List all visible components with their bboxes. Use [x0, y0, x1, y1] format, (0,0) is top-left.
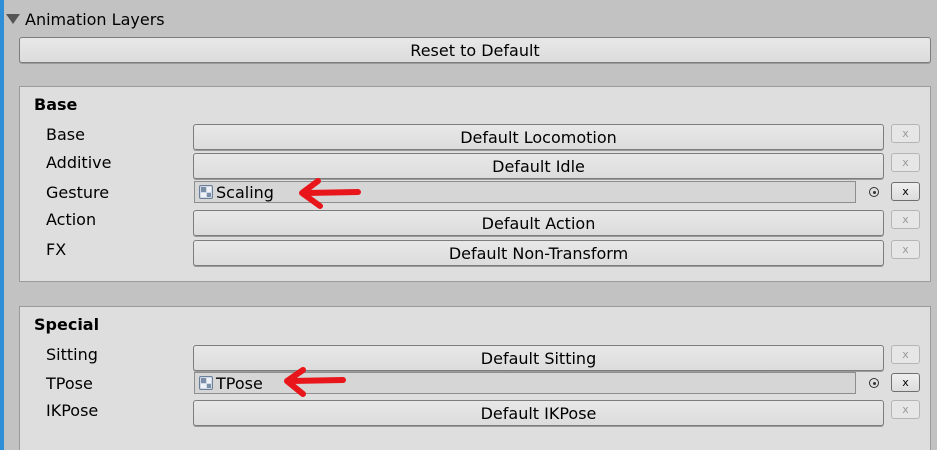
special-layers-panel: Special Sitting Default Sitting x TPose … — [19, 306, 931, 450]
clear-fx-button[interactable]: x — [891, 240, 920, 259]
ikpose-layer-button[interactable]: Default IKPose — [193, 400, 884, 426]
tpose-controller-value: TPose — [216, 373, 263, 393]
tpose-controller-field[interactable]: TPose — [194, 372, 856, 394]
row-label-ikpose: IKPose — [46, 401, 99, 420]
animation-layers-foldout[interactable]: Animation Layers — [4, 8, 165, 30]
row-label-gesture: Gesture — [46, 183, 110, 202]
clear-action-button[interactable]: x — [891, 210, 920, 229]
gesture-controller-field[interactable]: Scaling — [194, 181, 856, 203]
additive-layer-button[interactable]: Default Idle — [193, 153, 884, 179]
panel-title-base: Base — [34, 95, 78, 114]
clear-gesture-button[interactable]: x — [891, 182, 920, 201]
triangle-down-icon[interactable] — [6, 14, 20, 24]
row-label-sitting: Sitting — [46, 345, 98, 364]
base-layers-panel: Base Base Default Locomotion x Additive … — [19, 86, 931, 282]
clear-tpose-button[interactable]: x — [891, 373, 920, 392]
reset-to-default-button[interactable]: Reset to Default — [19, 37, 931, 63]
clear-base-button[interactable]: x — [891, 124, 920, 143]
foldout-label: Animation Layers — [25, 9, 165, 29]
sitting-layer-button[interactable]: Default Sitting — [193, 345, 884, 371]
object-picker-icon[interactable] — [869, 187, 879, 197]
action-layer-button[interactable]: Default Action — [193, 210, 884, 236]
window-accent-stripe — [0, 0, 4, 450]
clear-additive-button[interactable]: x — [891, 153, 920, 172]
row-label-fx: FX — [46, 240, 67, 259]
row-label-base: Base — [46, 125, 85, 144]
panel-title-special: Special — [34, 315, 100, 334]
base-layer-button[interactable]: Default Locomotion — [193, 124, 884, 150]
row-label-additive: Additive — [46, 153, 112, 172]
animator-controller-icon — [199, 185, 213, 199]
animator-controller-icon — [199, 376, 213, 390]
object-picker-icon[interactable] — [869, 378, 879, 388]
row-label-tpose: TPose — [46, 374, 93, 393]
clear-sitting-button[interactable]: x — [891, 345, 920, 364]
gesture-controller-value: Scaling — [216, 182, 274, 202]
fx-layer-button[interactable]: Default Non-Transform — [193, 240, 884, 266]
row-label-action: Action — [46, 210, 97, 229]
clear-ikpose-button[interactable]: x — [891, 400, 920, 419]
